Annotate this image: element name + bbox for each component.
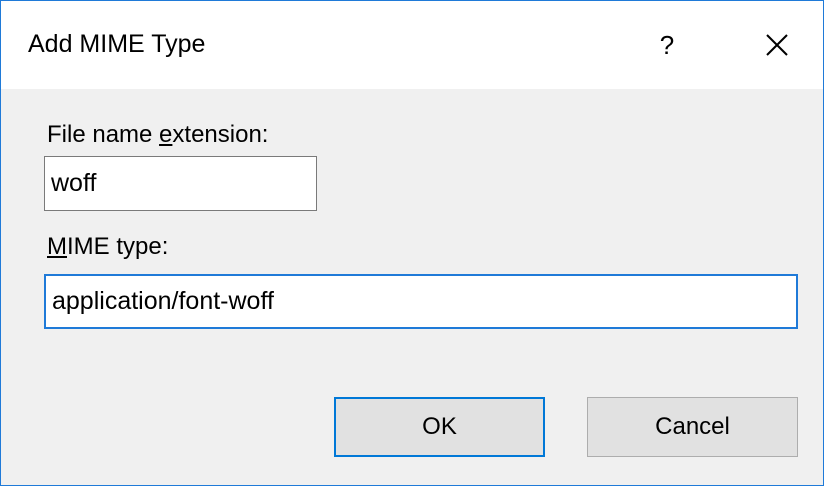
extension-label-text-end: xtension:: [172, 121, 269, 148]
mime-type-label: MIME type:: [47, 233, 168, 261]
close-button[interactable]: [747, 15, 807, 75]
extension-input-value: woff: [51, 169, 97, 197]
help-button[interactable]: ?: [637, 15, 697, 75]
file-name-extension-input[interactable]: woff: [44, 156, 317, 211]
dialog-title: Add MIME Type: [28, 30, 206, 58]
cancel-button[interactable]: Cancel: [587, 397, 798, 457]
extension-label-text-start: File name: [47, 121, 160, 148]
close-icon: [766, 34, 788, 56]
title-bar[interactable]: Add MIME Type ?: [1, 1, 823, 89]
ok-button[interactable]: OK: [334, 397, 545, 457]
mime-type-input[interactable]: application/font-woff: [44, 274, 798, 329]
add-mime-type-dialog: Add MIME Type ? File name extension: wof…: [0, 0, 824, 486]
file-name-extension-label: File name extension:: [47, 121, 268, 149]
mime-label-access-key: M: [47, 233, 67, 260]
extension-label-access-key: e: [159, 121, 173, 148]
mime-input-value: application/font-woff: [52, 287, 274, 315]
mime-label-text-end: IME type:: [67, 233, 169, 260]
